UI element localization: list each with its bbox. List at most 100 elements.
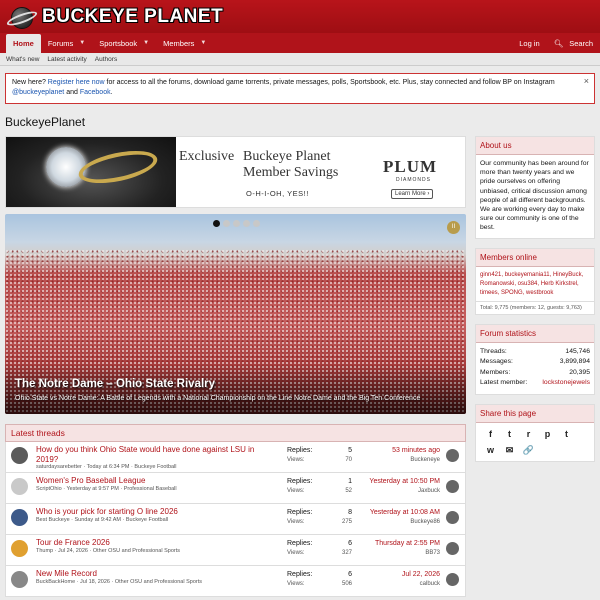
avatar[interactable] bbox=[446, 480, 459, 493]
views-label: Views: bbox=[287, 457, 305, 463]
thread-meta: BuckBackHome · Jul 18, 2026 · Other OSU … bbox=[36, 579, 202, 585]
replies-label: Replies: bbox=[287, 447, 313, 454]
instagram-link[interactable]: @buckeyeplanet bbox=[12, 89, 64, 96]
ring-image bbox=[6, 137, 176, 207]
thread-row[interactable]: How do you think Ohio State would have d… bbox=[5, 442, 466, 473]
tab-sportsbook[interactable]: Sportsbook ▼ bbox=[92, 33, 156, 53]
facebook-icon[interactable]: f bbox=[484, 429, 497, 439]
avatar[interactable] bbox=[446, 573, 459, 586]
share-block: Share this page f t r p t w ✉ 🔗 bbox=[475, 403, 595, 462]
online-member-list[interactable]: ginn421, buckeyemania11, HineyBuck, Roma… bbox=[476, 267, 594, 301]
subnav-whats-new[interactable]: What's new bbox=[6, 56, 39, 63]
slider-dot[interactable] bbox=[233, 220, 240, 227]
thread-meta: Best Buckeye · Sunday at 9:42 AM · Bucke… bbox=[36, 517, 169, 523]
login-link[interactable]: Log in bbox=[512, 33, 546, 53]
chevron-down-icon[interactable]: ▼ bbox=[143, 40, 149, 46]
reddit-icon[interactable]: r bbox=[522, 429, 535, 439]
members-online-header[interactable]: Members online bbox=[476, 248, 594, 267]
plum-logo: PLUM bbox=[383, 157, 438, 176]
main-nav: Home Forums ▼ Sportsbook ▼ Members ▼ Log in… bbox=[0, 33, 600, 53]
whatsapp-icon[interactable]: w bbox=[484, 445, 497, 456]
thread-title[interactable]: Tour de France 2026 bbox=[36, 538, 276, 548]
facebook-link[interactable]: Facebook bbox=[80, 89, 111, 96]
replies-label: Replies: bbox=[287, 478, 313, 485]
thread-title[interactable]: Who is your pick for starting O line 202… bbox=[36, 507, 276, 517]
slider-dot[interactable] bbox=[223, 220, 230, 227]
last-post-user[interactable]: calbuck bbox=[330, 581, 440, 587]
stat-row: Latest member: lockstonejewels bbox=[480, 378, 590, 389]
stat-value[interactable]: lockstonejewels bbox=[542, 378, 590, 389]
pause-icon[interactable]: II bbox=[447, 221, 460, 234]
tab-home-label: Home bbox=[13, 39, 34, 48]
thread-meta: ScriptOhio · Yesterday at 9:57 PM · Prof… bbox=[36, 486, 177, 492]
pinterest-icon[interactable]: p bbox=[541, 429, 554, 439]
avatar[interactable] bbox=[446, 511, 459, 524]
views-label: Views: bbox=[287, 488, 305, 494]
thread-title[interactable]: How do you think Ohio State would have d… bbox=[36, 445, 276, 465]
about-header: About us bbox=[476, 137, 594, 155]
register-link[interactable]: Register here now bbox=[48, 79, 105, 86]
last-post-time[interactable]: 53 minutes ago bbox=[330, 447, 440, 454]
avatar[interactable] bbox=[11, 478, 28, 495]
site-logo-text[interactable]: BUCKEYE PLANET bbox=[42, 6, 223, 28]
last-post-user[interactable]: BB73 bbox=[330, 550, 440, 556]
ad-tagline: O-H-I-OH, YES!! bbox=[246, 189, 309, 198]
main-column: Exclusive Buckeye Planet Member Savings O… bbox=[5, 136, 466, 597]
avatar[interactable] bbox=[11, 447, 28, 464]
last-post-user[interactable]: Jaxbuck bbox=[330, 488, 440, 494]
last-post-time[interactable]: Yesterday at 10:08 AM bbox=[330, 509, 440, 516]
email-icon[interactable]: ✉ bbox=[503, 445, 516, 456]
hero-slider[interactable]: II The Notre Dame – Ohio State Rivalry O… bbox=[5, 214, 466, 414]
last-post-time[interactable]: Thursday at 2:55 PM bbox=[330, 540, 440, 547]
replies-label: Replies: bbox=[287, 571, 313, 578]
chevron-down-icon[interactable]: ▼ bbox=[79, 40, 85, 46]
ad-line1: Buckeye Planet bbox=[243, 149, 331, 164]
notice-end: . bbox=[110, 89, 113, 96]
link-icon[interactable]: 🔗 bbox=[522, 445, 535, 456]
tab-home[interactable]: Home bbox=[6, 34, 41, 53]
avatar[interactable] bbox=[446, 542, 459, 555]
tab-forums[interactable]: Forums ▼ bbox=[41, 33, 92, 53]
thread-title[interactable]: New Mile Record bbox=[36, 569, 276, 579]
hero-title[interactable]: The Notre Dame – Ohio State Rivalry bbox=[15, 378, 215, 390]
replies-label: Replies: bbox=[287, 540, 313, 547]
latest-threads-header[interactable]: Latest threads bbox=[5, 424, 466, 442]
avatar[interactable] bbox=[11, 571, 28, 588]
tab-members[interactable]: Members ▼ bbox=[156, 33, 213, 53]
last-post-time[interactable]: Yesterday at 10:50 PM bbox=[330, 478, 440, 485]
last-post-user[interactable]: Buckeneye bbox=[330, 457, 440, 463]
about-body: Our community has been around for more t… bbox=[480, 160, 589, 232]
learn-more-button[interactable]: Learn More › bbox=[391, 189, 434, 199]
page-title: BuckeyePlanet bbox=[5, 115, 86, 129]
online-total: Total: 9,775 (members: 12, guests: 9,763… bbox=[476, 300, 594, 314]
subnav-authors[interactable]: Authors bbox=[95, 56, 117, 63]
thread-row[interactable]: Tour de France 2026 Thump · Jul 24, 2026 … bbox=[5, 535, 466, 566]
chevron-down-icon[interactable]: ▼ bbox=[200, 40, 206, 46]
last-post-user[interactable]: Buckeye86 bbox=[330, 519, 440, 525]
ad-banner[interactable]: Exclusive Buckeye Planet Member Savings O… bbox=[5, 136, 466, 208]
ad-line2: Member Savings bbox=[243, 165, 339, 180]
avatar[interactable] bbox=[446, 449, 459, 462]
slider-dot[interactable] bbox=[253, 220, 260, 227]
last-post-time[interactable]: Jul 22, 2026 bbox=[330, 571, 440, 578]
thread-row[interactable]: Women's Pro Baseball League ScriptOhio · … bbox=[5, 473, 466, 504]
login-label: Log in bbox=[519, 38, 540, 48]
avatar[interactable] bbox=[11, 540, 28, 557]
thread-row[interactable]: New Mile Record BuckBackHome · Jul 18, 20… bbox=[5, 566, 466, 597]
notice-body: for access to all the forums, download g… bbox=[104, 79, 555, 86]
close-icon[interactable]: × bbox=[584, 76, 589, 86]
search-link[interactable]: 🔍︎ Search bbox=[547, 33, 600, 53]
search-icon: 🔍︎ bbox=[553, 38, 564, 48]
thread-title[interactable]: Women's Pro Baseball League bbox=[36, 476, 276, 486]
avatar[interactable] bbox=[11, 509, 28, 526]
tab-sportsbook-label: Sportsbook bbox=[99, 38, 138, 48]
subnav-latest-activity[interactable]: Latest activity bbox=[47, 56, 86, 63]
stat-label: Messages: bbox=[480, 358, 513, 366]
slider-dot[interactable] bbox=[213, 220, 220, 227]
slider-dot[interactable] bbox=[243, 220, 250, 227]
tumblr-icon[interactable]: t bbox=[560, 429, 573, 439]
thread-row[interactable]: Who is your pick for starting O line 202… bbox=[5, 504, 466, 535]
planet-logo-icon[interactable] bbox=[5, 4, 39, 30]
twitter-icon[interactable]: t bbox=[503, 429, 516, 439]
